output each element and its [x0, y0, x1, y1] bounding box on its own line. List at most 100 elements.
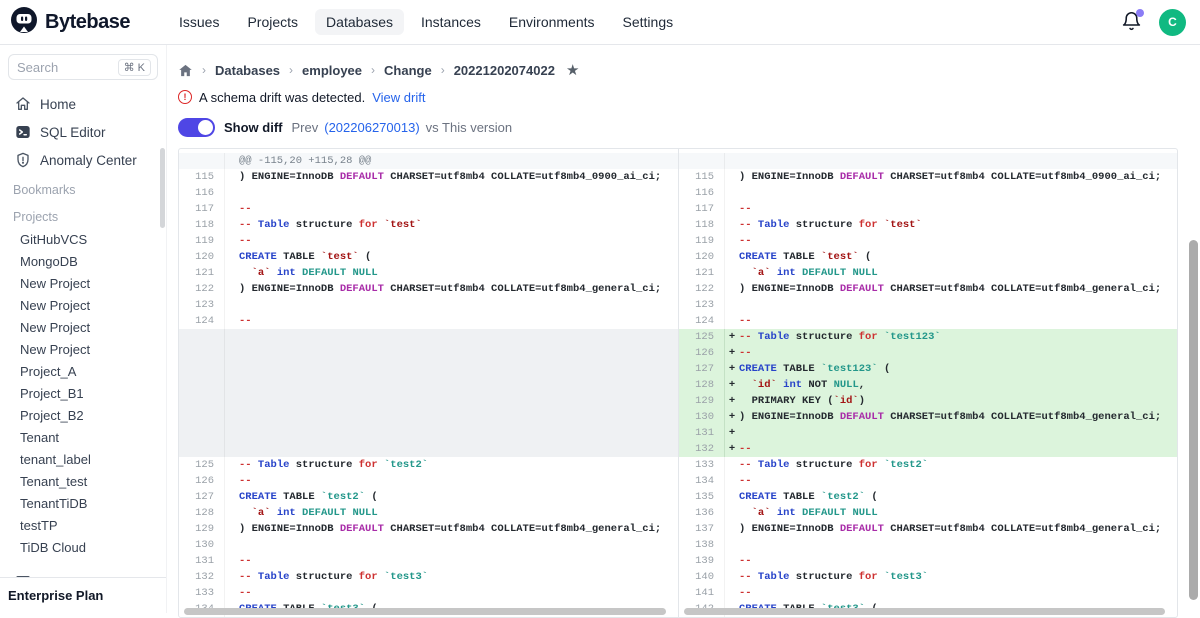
bytebase-logo[interactable]: Bytebase [0, 6, 168, 39]
breadcrumb-item-employee[interactable]: employee [302, 63, 362, 78]
user-avatar[interactable]: C [1159, 9, 1186, 36]
sidebar-project-item[interactable]: Project_B1 [8, 382, 158, 404]
nav-item-projects[interactable]: Projects [236, 9, 309, 35]
diff-row: 120CREATE TABLE `test` ( [179, 249, 678, 265]
line-number: 126 [679, 345, 725, 361]
bookmark-star-icon[interactable]: ★ [566, 61, 579, 79]
line-number: 123 [179, 297, 225, 313]
diff-row: 121 `a` int DEFAULT NULL [179, 265, 678, 281]
nav-item-databases[interactable]: Databases [315, 9, 404, 35]
sidebar-project-item[interactable]: Tenant_test [8, 470, 158, 492]
horizontal-scrollbar[interactable] [184, 608, 666, 615]
sidebar-project-item[interactable]: New Project [8, 338, 158, 360]
code-line: -- [739, 201, 752, 217]
sidebar-item-anomaly-center[interactable]: Anomaly Center [8, 146, 158, 174]
diff-row: 134-- [679, 473, 1177, 489]
diff-row [179, 329, 678, 457]
code-line: CREATE TABLE `test` ( [739, 249, 871, 265]
diff-sign [725, 505, 739, 521]
code-line: -- [739, 585, 752, 601]
breadcrumb-item-databases[interactable]: Databases [215, 63, 280, 78]
top-navbar: Bytebase Issues Projects Databases Insta… [0, 0, 1200, 45]
line-number: 127 [679, 361, 725, 377]
diff-row: 141-- [679, 585, 1177, 601]
code-line: @@ -115,20 +115,28 @@ [239, 153, 371, 169]
prev-version-link[interactable]: (202206270013) [324, 120, 419, 135]
diff-sign [225, 153, 239, 169]
diff-row: 115) ENGINE=InnoDB DEFAULT CHARSET=utf8m… [179, 169, 678, 185]
diff-sign [225, 537, 239, 553]
diff-sign [725, 489, 739, 505]
diff-sign [725, 297, 739, 313]
diff-row: 122) ENGINE=InnoDB DEFAULT CHARSET=utf8m… [679, 281, 1177, 297]
diff-rows-left: @@ -115,20 +115,28 @@115) ENGINE=InnoDB … [179, 153, 678, 617]
diff-rows-right: 115) ENGINE=InnoDB DEFAULT CHARSET=utf8m… [679, 153, 1177, 617]
line-number: 129 [179, 521, 225, 537]
breadcrumb-item-version: 20221202074022 [454, 63, 555, 78]
sidebar-project-item[interactable]: TenantTiDB [8, 492, 158, 514]
diff-sign [725, 249, 739, 265]
sidebar-project-item[interactable]: GitHubVCS [8, 228, 158, 250]
breadcrumb-item-change[interactable]: Change [384, 63, 432, 78]
code-line: ) ENGINE=InnoDB DEFAULT CHARSET=utf8mb4 … [239, 169, 661, 185]
line-number: 117 [679, 201, 725, 217]
diff-row: 124-- [679, 313, 1177, 329]
diff-sign [725, 313, 739, 329]
code-line: `a` int DEFAULT NULL [239, 505, 378, 521]
sidebar-project-item[interactable]: testTP [8, 514, 158, 536]
show-diff-label: Show diff [224, 120, 283, 135]
search-input[interactable] [17, 60, 97, 75]
sidebar-scrollbar[interactable] [160, 148, 165, 228]
primary-nav: Issues Projects Databases Instances Envi… [168, 9, 684, 35]
show-diff-toggle[interactable] [178, 118, 215, 137]
sidebar-item-home[interactable]: Home [8, 90, 158, 118]
line-number: 129 [679, 393, 725, 409]
sidebar-project-item[interactable]: MongoDB [8, 250, 158, 272]
nav-item-settings[interactable]: Settings [612, 9, 685, 35]
diff-row: 127+CREATE TABLE `test123` ( [679, 361, 1177, 377]
sidebar-project-item[interactable]: TiDB Cloud [8, 536, 158, 558]
diff-row: 115) ENGINE=InnoDB DEFAULT CHARSET=utf8m… [679, 169, 1177, 185]
line-number: 124 [679, 313, 725, 329]
line-number: 122 [179, 281, 225, 297]
nav-item-issues[interactable]: Issues [168, 9, 230, 35]
notifications-button[interactable] [1121, 11, 1143, 33]
search-box[interactable]: ⌘ K [8, 54, 158, 80]
alert-circle-icon: ! [178, 90, 192, 104]
diff-row: 117 -- [679, 201, 1177, 217]
nav-item-instances[interactable]: Instances [410, 9, 492, 35]
sidebar-project-item[interactable]: Project_A [8, 360, 158, 382]
sidebar-item-sql-editor[interactable]: SQL Editor [8, 118, 158, 146]
sidebar-section-projects: Projects [8, 201, 158, 228]
breadcrumb-home-icon[interactable] [178, 63, 193, 78]
code-line: ) ENGINE=InnoDB DEFAULT CHARSET=utf8mb4 … [739, 409, 1161, 425]
line-number: 120 [679, 249, 725, 265]
sidebar-project-item[interactable]: New Project [8, 316, 158, 338]
page-scrollbar[interactable] [1189, 240, 1198, 600]
line-number [179, 153, 225, 169]
line-number: 116 [679, 185, 725, 201]
diff-sign [725, 569, 739, 585]
sidebar-project-item[interactable]: New Project [8, 294, 158, 316]
sidebar-project-item[interactable]: Tenant [8, 426, 158, 448]
sidebar-project-item[interactable]: tenant_label [8, 448, 158, 470]
diff-sign: + [725, 425, 739, 441]
sidebar-project-item[interactable]: Project_B2 [8, 404, 158, 426]
diff-row: 133-- Table structure for `test2` [679, 457, 1177, 473]
drift-message: A schema drift was detected. [199, 90, 365, 105]
diff-row: 132+-- [679, 441, 1177, 457]
diff-sign [725, 169, 739, 185]
nav-item-environments[interactable]: Environments [498, 9, 606, 35]
subscription-plan-label[interactable]: Enterprise Plan [0, 577, 166, 613]
diff-hunk-header: @@ -115,20 +115,28 @@ [179, 153, 678, 169]
diff-row: 117-- [179, 201, 678, 217]
line-number [179, 329, 225, 457]
horizontal-scrollbar[interactable] [684, 608, 1165, 615]
prev-label: Prev [292, 120, 319, 135]
diff-pane-current: 115) ENGINE=InnoDB DEFAULT CHARSET=utf8m… [678, 149, 1177, 617]
view-drift-link[interactable]: View drift [372, 90, 425, 105]
sidebar-project-item[interactable]: New Project [8, 272, 158, 294]
line-number: 130 [179, 537, 225, 553]
line-number: 125 [179, 457, 225, 473]
line-number: 136 [679, 505, 725, 521]
